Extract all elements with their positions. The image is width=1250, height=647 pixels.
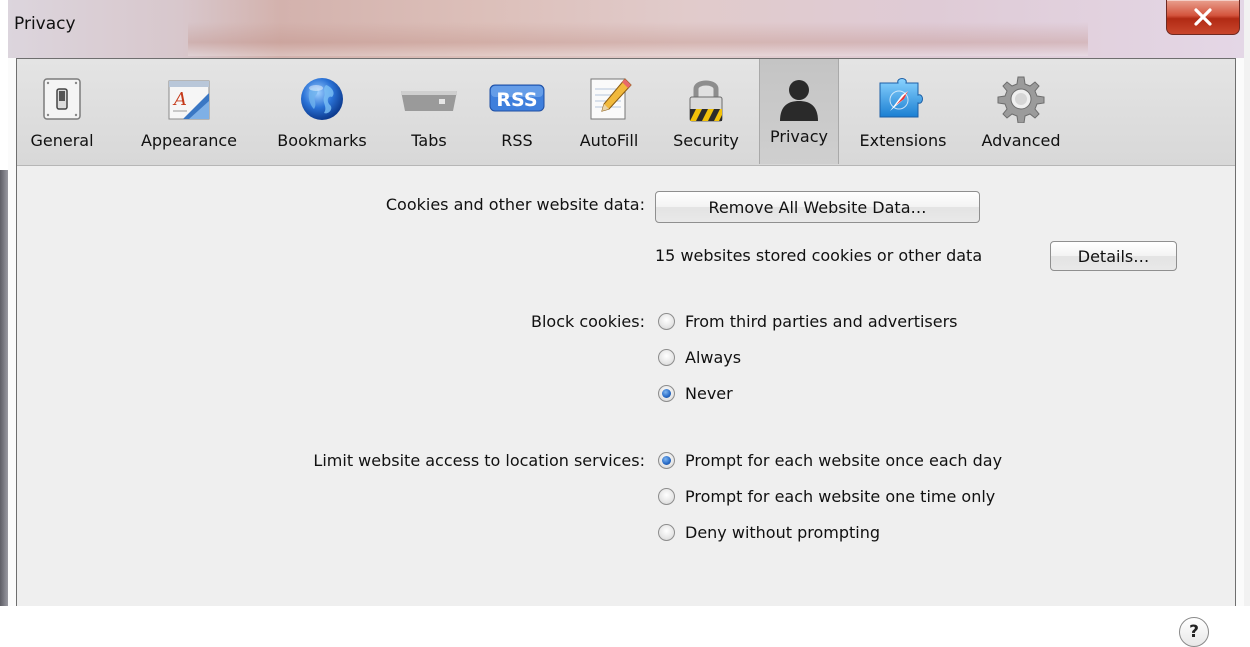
tab-security[interactable]: Security — [663, 63, 749, 163]
help-icon: ? — [1189, 622, 1199, 642]
tab-label: Appearance — [140, 131, 238, 150]
puzzle-compass-icon — [879, 78, 923, 118]
gear-icon — [997, 76, 1045, 123]
tab-extensions[interactable]: Extensions — [849, 63, 957, 163]
radio-button[interactable] — [658, 487, 675, 505]
padlock-icon — [689, 80, 723, 122]
preferences-window: Privacy General A Appearance Bookmarks T… — [8, 0, 1244, 647]
window-title: Privacy — [14, 14, 76, 34]
tab-advanced[interactable]: Advanced — [969, 63, 1073, 163]
location-deny-option[interactable]: Deny without prompting — [658, 521, 880, 543]
tab-rss[interactable]: RSS RSS — [483, 63, 551, 163]
tab-tabs[interactable]: Tabs — [393, 63, 465, 163]
radio-button-selected[interactable] — [658, 451, 675, 469]
tab-general[interactable]: General — [23, 63, 101, 163]
radio-button[interactable] — [658, 348, 675, 366]
close-icon — [1194, 8, 1212, 26]
tab-label: RSS — [501, 131, 533, 150]
location-prompt-once-option[interactable]: Prompt for each website one time only — [658, 485, 995, 507]
desktop-edge-right — [1244, 0, 1250, 606]
title-bar-glow — [188, 22, 1088, 56]
radio-label: Prompt for each website once each day — [685, 450, 1003, 470]
svg-text:A: A — [172, 89, 187, 110]
radio-button[interactable] — [658, 312, 675, 330]
location-prompt-daily-option[interactable]: Prompt for each website once each day — [658, 449, 1002, 471]
location-services-label: Limit website access to location service… — [313, 451, 645, 470]
radio-label: Deny without prompting — [685, 522, 881, 542]
tab-label: Advanced — [981, 131, 1061, 150]
rss-icon: RSS — [489, 84, 545, 112]
person-silhouette-icon — [780, 80, 818, 121]
tabs-icon — [401, 91, 457, 111]
radio-label: Always — [685, 347, 742, 367]
privacy-pane: Cookies and other website data: Remove A… — [17, 165, 1235, 647]
radio-label: Never — [685, 383, 733, 403]
autofill-pencil-icon — [590, 78, 632, 120]
desktop-edge — [0, 170, 8, 606]
block-cookies-third-party-option[interactable]: From third parties and advertisers — [658, 310, 958, 332]
tab-bookmarks[interactable]: Bookmarks — [265, 63, 379, 163]
cookies-status: 15 websites stored cookies or other data — [655, 246, 983, 265]
tab-label: Tabs — [411, 131, 447, 150]
general-switch-icon — [43, 78, 81, 120]
tab-label: Bookmarks — [277, 131, 367, 150]
radio-label: From third parties and advertisers — [685, 311, 958, 331]
title-bar[interactable]: Privacy — [8, 0, 1244, 58]
tab-label: Extensions — [859, 131, 947, 150]
preferences-toolbar: General A Appearance Bookmarks Tabs RSS … — [17, 59, 1235, 166]
preferences-frame: General A Appearance Bookmarks Tabs RSS … — [16, 58, 1236, 647]
tab-label: Security — [673, 131, 739, 150]
tab-autofill[interactable]: AutoFill — [567, 63, 651, 163]
svg-text:RSS: RSS — [496, 89, 537, 111]
tab-appearance[interactable]: A Appearance — [129, 63, 249, 163]
tab-label: Privacy — [770, 127, 828, 146]
radio-label: Prompt for each website one time only — [685, 486, 996, 506]
radio-button-selected[interactable] — [658, 384, 675, 402]
cookies-label: Cookies and other website data: — [385, 195, 645, 214]
details-button[interactable]: Details… — [1050, 241, 1177, 271]
tab-label: General — [30, 131, 94, 150]
radio-button[interactable] — [658, 523, 675, 541]
appearance-icon: A — [168, 80, 210, 120]
globe-icon — [301, 78, 343, 120]
help-button[interactable]: ? — [1179, 617, 1209, 647]
block-cookies-never-option[interactable]: Never — [658, 382, 733, 404]
close-button[interactable] — [1166, 0, 1240, 35]
block-cookies-always-option[interactable]: Always — [658, 346, 741, 368]
tab-label: AutoFill — [579, 131, 639, 150]
remove-all-website-data-button[interactable]: Remove All Website Data… — [655, 191, 980, 223]
tab-privacy[interactable]: Privacy — [759, 59, 839, 164]
block-cookies-label: Block cookies: — [530, 312, 645, 331]
